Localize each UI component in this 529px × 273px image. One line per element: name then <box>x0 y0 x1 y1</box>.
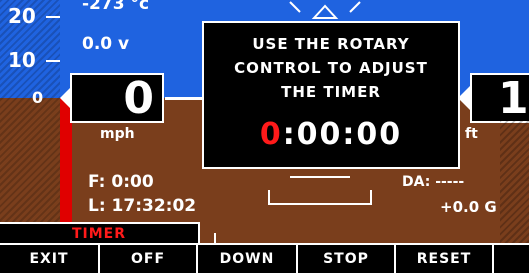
voltage-readout: 0.0 v <box>82 34 130 54</box>
altitude-value: 18 <box>498 73 529 124</box>
timer-hours-digit: 0 <box>259 117 283 152</box>
mode-label: TIMER <box>0 222 200 244</box>
vsi-tape <box>500 120 529 243</box>
speed-tick-0: 0 <box>32 88 44 107</box>
local-time-readout: L: 17:32:02 <box>88 196 197 216</box>
density-altitude-readout: DA: ----- <box>402 174 465 190</box>
speed-tick-10: 10 <box>8 48 36 72</box>
airspeed-readout: 0 <box>70 73 164 123</box>
speed-tick-line-20 <box>46 16 60 18</box>
timer-dialog: USE THE ROTARY CONTROL TO ADJUST THE TIM… <box>202 21 460 169</box>
altitude-readout: 18 <box>470 73 529 123</box>
dialog-line-3: THE TIMER <box>281 83 381 101</box>
exit-button[interactable]: EXIT <box>0 245 100 273</box>
timer-value[interactable]: 0:00:00 <box>204 117 458 152</box>
softkey-bar: EXIT OFF DOWN STOP RESET <box>0 243 529 273</box>
temperature-readout: -273 °c <box>82 0 150 14</box>
pitch-mark-lower-left <box>268 190 270 204</box>
airspeed-value: 0 <box>123 73 154 124</box>
reset-button[interactable]: RESET <box>396 245 494 273</box>
speed-tape <box>0 0 60 243</box>
bank-indicator-icon <box>289 1 361 19</box>
altitude-unit: ft <box>465 126 478 142</box>
stop-button[interactable]: STOP <box>298 245 396 273</box>
timer-minutes-seconds: :00:00 <box>282 117 403 152</box>
down-button[interactable]: DOWN <box>198 245 298 273</box>
flight-timer-readout: F: 0:00 <box>88 172 154 192</box>
efis-screen: 20 10 0 -273 °c 0.0 v 0 mph 18 ft F: 0:0… <box>0 0 529 273</box>
dialog-line-2: CONTROL TO ADJUST <box>234 59 428 77</box>
speed-tick-20: 20 <box>8 4 36 28</box>
off-button[interactable]: OFF <box>100 245 198 273</box>
horizon-line-left <box>165 97 205 100</box>
pitch-mark-lower-right <box>370 190 372 204</box>
pitch-mark-lower <box>268 203 372 205</box>
speed-tick-line-10 <box>46 60 60 62</box>
g-load-readout: +0.0 G <box>440 198 497 216</box>
pitch-mark-upper <box>290 176 350 178</box>
pitch-mark-bottom <box>214 233 216 243</box>
dialog-line-1: USE THE ROTARY <box>252 35 410 53</box>
airspeed-unit: mph <box>100 126 135 142</box>
softkey-blank[interactable] <box>494 245 529 273</box>
